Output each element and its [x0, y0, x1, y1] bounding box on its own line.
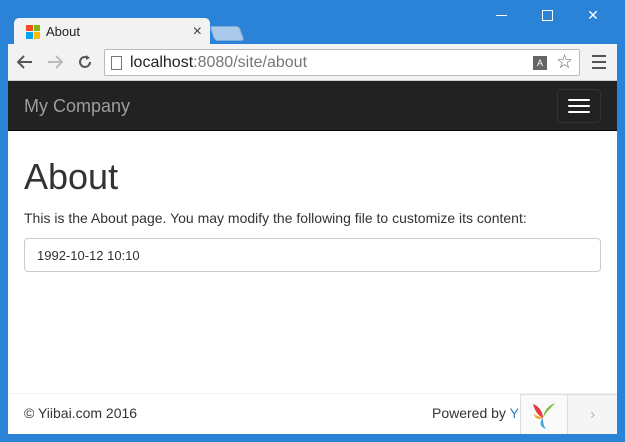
tab-about[interactable]: About ×	[14, 18, 210, 45]
yii-debug-toolbar[interactable]: ›	[520, 394, 617, 434]
tab-close-icon[interactable]: ×	[193, 23, 202, 40]
copyright-text: © Yiibai.com 2016	[24, 405, 138, 421]
url-host: localhost	[130, 53, 194, 71]
new-tab-button[interactable]	[209, 26, 245, 41]
address-bar[interactable]: localhost:8080/site/about A ☆	[104, 49, 580, 76]
debug-expand-icon[interactable]: ›	[568, 395, 617, 434]
windows-favicon-icon	[26, 24, 40, 39]
page-description: This is the About page. You may modify t…	[24, 210, 527, 226]
hamburger-line	[568, 111, 590, 113]
yii-link[interactable]: Y	[510, 405, 519, 421]
browser-window: About × ✕ localhost:8080/site/about A ☆ …	[0, 0, 625, 442]
close-icon: ✕	[587, 6, 599, 23]
tab-title: About	[46, 24, 80, 39]
hamburger-line	[568, 99, 590, 101]
translate-icon[interactable]: A	[533, 56, 547, 70]
title-bar: About × ✕	[0, 0, 625, 45]
powered-by-label: Powered by	[432, 405, 510, 421]
page-title: About	[24, 156, 119, 197]
minimize-button[interactable]	[478, 0, 524, 30]
page-icon	[111, 55, 122, 70]
url-text[interactable]: localhost:8080/site/about	[130, 54, 307, 72]
site-navbar: My Company	[8, 81, 617, 131]
minimize-icon	[495, 14, 507, 16]
reload-button[interactable]	[74, 51, 96, 73]
reload-icon	[79, 55, 91, 68]
browser-menu-icon[interactable]	[592, 55, 606, 69]
maximize-button[interactable]	[524, 0, 570, 30]
yii-logo-icon[interactable]	[521, 395, 568, 434]
hamburger-line	[568, 105, 590, 107]
close-window-button[interactable]: ✕	[570, 0, 616, 30]
forward-button[interactable]	[44, 51, 66, 73]
bookmark-star-icon[interactable]: ☆	[556, 51, 573, 74]
main-content: About This is the About page. You may mo…	[24, 131, 601, 272]
back-button[interactable]	[14, 51, 36, 73]
powered-by-text: Powered by Y	[432, 405, 519, 421]
url-path: :8080/site/about	[193, 53, 308, 71]
forward-arrow-icon	[48, 55, 63, 69]
page-viewport: My Company About This is the About page.…	[8, 81, 617, 434]
navbar-toggle-button[interactable]	[557, 89, 601, 123]
code-box: 1992-10-12 10:10	[24, 238, 601, 272]
browser-toolbar: localhost:8080/site/about A ☆	[8, 44, 617, 81]
maximize-icon	[541, 9, 553, 21]
brand-link[interactable]: My Company	[24, 96, 130, 117]
back-arrow-icon	[17, 55, 32, 69]
